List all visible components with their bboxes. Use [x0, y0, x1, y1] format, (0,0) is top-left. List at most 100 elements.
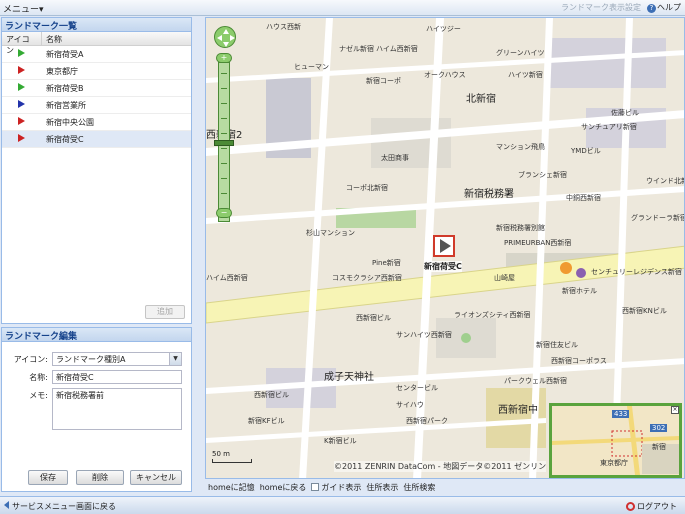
map-label: 佐藤ビル [611, 109, 639, 117]
main-menu[interactable]: メニュー▾ [3, 2, 44, 15]
home-memory-link[interactable]: homeに記憶 [208, 482, 255, 493]
guide-toggle[interactable]: ガイド表示 [311, 482, 361, 493]
map-label: オークハウス [424, 71, 466, 79]
landmark-name: 新宿荷受C [46, 134, 84, 144]
zoom-out-button[interactable]: − [216, 208, 232, 218]
map-label: 中銅西新宿 [566, 194, 601, 202]
map-copyright: ©2011 ZENRIN DataCom - 地図データ©2011 ゼンリン [334, 461, 547, 472]
save-button[interactable]: 保存 [28, 470, 68, 485]
memo-label: メモ: [29, 391, 48, 400]
pan-arrows-icon [217, 29, 235, 47]
map-label: サンハイツ西新宿 [396, 331, 452, 339]
marker-label: 新宿荷受C [424, 261, 462, 272]
overview-route-badge: 433 [612, 410, 630, 418]
icon-select[interactable]: ランドマーク種別A ▼ [52, 352, 182, 366]
list-item[interactable]: 新宿中央公園 [2, 114, 191, 131]
zoom-tick [221, 193, 227, 194]
flag-icon [18, 66, 25, 74]
address-show-link[interactable]: 住所表示 [366, 482, 398, 493]
guide-checkbox[interactable] [311, 483, 320, 491]
zoom-tick [221, 73, 227, 74]
map-label: 成子天神社 [324, 372, 374, 383]
menubar-right: ランドマーク表示設定 ? ヘルプ [561, 2, 681, 13]
map-label: グランドーラ新宿 [631, 214, 685, 222]
landmark-list-header: アイコン 名称 [2, 32, 191, 55]
list-item[interactable]: 新宿荷受A [2, 46, 191, 63]
zoom-thumb[interactable] [214, 140, 234, 146]
map-label: K新宿ビル [324, 437, 357, 445]
map-label: 杉山マンション [306, 229, 355, 237]
logout-icon [626, 502, 635, 511]
map-label: 新宿住友ビル [536, 341, 578, 349]
icon-select-value: ランドマーク種別A [56, 355, 126, 364]
back-arrow-icon [4, 501, 9, 509]
landmark-name: 東京都庁 [46, 66, 78, 76]
list-item[interactable]: 新宿営業所 [2, 97, 191, 114]
zoom-tick [221, 118, 227, 119]
name-label: 名称: [29, 373, 48, 382]
flag-icon [18, 117, 25, 125]
col-icon[interactable]: アイコン [2, 32, 42, 55]
map-label: 新宿税務署 [464, 189, 514, 200]
list-item[interactable]: 新宿荷受B [2, 80, 191, 97]
map-label: ブランシェ新宿 [518, 171, 567, 179]
add-button[interactable]: 追加 [145, 305, 185, 319]
map-label: 新宿税務署別館 [496, 224, 545, 232]
address-search-link[interactable]: 住所検索 [403, 482, 435, 493]
map-label: 太田商事 [381, 154, 409, 162]
chevron-down-icon[interactable]: ▼ [169, 353, 181, 365]
map-label: センチュリーレジデンス新宿 [591, 268, 682, 276]
map-label: 西新宿パーク [406, 417, 448, 425]
landmark-edit-panel: ランドマーク編集 アイコン: ランドマーク種別A ▼ 名称: 新宿荷受C メモ:… [1, 327, 192, 492]
help-label: ヘルプ [657, 3, 681, 12]
list-item-selected[interactable]: 新宿荷受C [2, 131, 191, 148]
map-label: マンション飛鳥 [496, 143, 545, 151]
col-name[interactable]: 名称 [42, 32, 66, 45]
help-link[interactable]: ? ヘルプ [647, 2, 681, 13]
map-label: 西新宿中 [498, 405, 538, 416]
map-label: 新宿ホテル [562, 287, 597, 295]
map-label: ライオンズシティ西新宿 [454, 311, 531, 319]
map-label: サンチュアリ新宿 [581, 123, 637, 131]
menu-bar: メニュー▾ ランドマーク表示設定 ? ヘルプ [0, 0, 685, 16]
play-flag-icon [440, 239, 451, 253]
help-icon: ? [647, 4, 656, 13]
cancel-button[interactable]: キャンセル [130, 470, 182, 485]
map-view[interactable]: 新宿税務署 西新宿中 成子天神社 西新宿2 ハウス西新 ナゼル新宿 ハイム西新宿… [205, 17, 685, 479]
map-label: ハイム西新宿 [376, 45, 418, 53]
scale-label: 50 m [212, 450, 230, 458]
home-return-link[interactable]: homeに戻る [260, 482, 307, 493]
memo-field[interactable]: 新宿税務署前 [52, 388, 182, 430]
overview-map[interactable]: 433 302 東京都庁 新宿 × [549, 403, 682, 478]
map-label: 西新宿コーポラス [551, 357, 607, 365]
map-label: 山崎屋 [494, 274, 515, 282]
status-bar: サービスメニュー画面に戻る ログアウト [0, 496, 685, 514]
flag-icon [18, 83, 25, 91]
map-label: ハイツジー [426, 25, 461, 33]
list-item[interactable]: 東京都庁 [2, 63, 191, 80]
overview-close-button[interactable]: × [671, 406, 679, 414]
pan-control[interactable] [214, 26, 236, 48]
back-label: サービスメニュー画面に戻る [12, 502, 116, 511]
map-label: コーポ北新宿 [346, 184, 388, 192]
name-field[interactable]: 新宿荷受C [52, 370, 182, 384]
map-label: ハイム西新宿 [206, 274, 248, 282]
landmark-list-panel: ランドマーク一覧 アイコン 名称 新宿荷受A 東京都庁 新宿荷受B 新宿営業所 … [1, 17, 192, 324]
map-label: 西新宿ビル [254, 391, 289, 399]
guide-label: ガイド表示 [321, 482, 362, 492]
landmark-marker[interactable] [433, 235, 455, 257]
zoom-tick [221, 103, 227, 104]
logout-link[interactable]: ログアウト [626, 501, 677, 512]
delete-button[interactable]: 削除 [76, 470, 124, 485]
map-label: ハイツ新宿 [508, 71, 543, 79]
back-to-service-menu[interactable]: サービスメニュー画面に戻る [4, 501, 116, 512]
landmark-display-settings[interactable]: ランドマーク表示設定 [561, 2, 641, 13]
flag-icon [18, 49, 25, 57]
map-label: ウインド北新宿 [646, 177, 684, 185]
overview-label: 新宿 [652, 443, 666, 451]
landmark-edit-title: ランドマーク編集 [2, 328, 191, 342]
map-label: ハウス西新 [266, 23, 301, 31]
landmark-name: 新宿中央公園 [46, 117, 94, 127]
flag-icon [18, 100, 25, 108]
flag-icon [18, 134, 25, 142]
